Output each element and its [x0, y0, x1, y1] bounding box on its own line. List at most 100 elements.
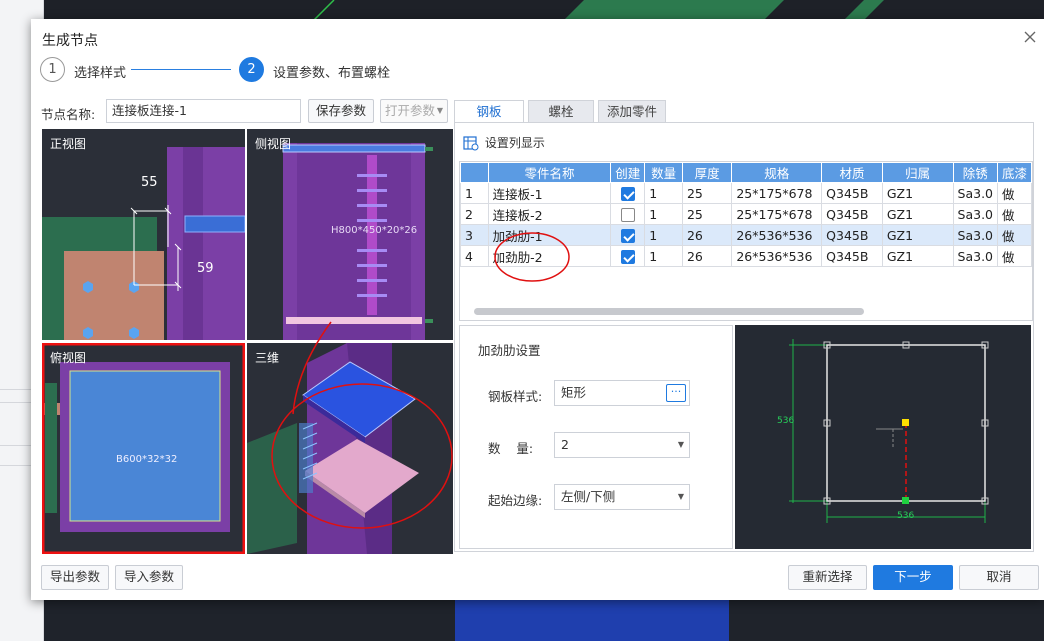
- top-view[interactable]: 俯视图 B600*32*32: [42, 343, 245, 554]
- more-options-icon[interactable]: ···: [666, 384, 686, 402]
- step-1-label: 选择样式: [74, 66, 127, 81]
- stiffener-settings-box: 加劲肋设置 钢板样式: 矩形 ··· 数 量: 2 ▼ 起始边缘: 左侧/下侧 …: [459, 325, 733, 549]
- close-icon[interactable]: [1022, 29, 1038, 45]
- save-params-button[interactable]: 保存参数: [308, 99, 374, 123]
- cell-name: 加劲肋-2: [487, 245, 612, 267]
- cell-name: 加劲肋-1: [487, 224, 612, 246]
- preview-dimension-horizontal: 536: [897, 511, 915, 521]
- node-name-input[interactable]: 连接板连接-1: [106, 99, 301, 123]
- preview-dimension-vertical: 536: [777, 416, 795, 426]
- open-params-dropdown[interactable]: 打开参数 ▼: [380, 99, 448, 123]
- tab-steel-plate[interactable]: 钢板: [454, 100, 524, 123]
- background-viewport-bottom: [44, 600, 1044, 641]
- cell-rust: Sa3.0: [952, 182, 999, 204]
- next-step-button[interactable]: 下一步: [873, 565, 953, 590]
- side-view-label: 侧视图: [255, 137, 292, 151]
- column-settings-button[interactable]: 设置列显示: [463, 134, 545, 152]
- dimension-59: 59: [197, 261, 214, 276]
- reselect-button[interactable]: 重新选择: [788, 565, 867, 590]
- front-view[interactable]: 正视图 55 59: [42, 129, 245, 340]
- node-name-label: 节点名称:: [41, 107, 96, 122]
- cell-name: 连接板-1: [487, 182, 612, 204]
- stiffener-preview: 536 536: [735, 325, 1031, 549]
- table-row[interactable]: 1 连接板-1 1 25 25*175*678 Q345B GZ1 Sa3.0 做: [460, 182, 1032, 204]
- dimension-55: 55: [141, 175, 158, 190]
- table-body: 1 连接板-1 1 25 25*175*678 Q345B GZ1 Sa3.0 做 2 连接板-2 1…: [460, 182, 1032, 267]
- start-edge-label: 起始边缘:: [488, 493, 543, 508]
- cell-spec: 25*175*678: [731, 203, 823, 225]
- horizontal-scrollbar[interactable]: [474, 308, 864, 315]
- cell-paint: 做: [997, 182, 1032, 204]
- start-edge-select[interactable]: 左侧/下侧 ▼: [554, 484, 690, 510]
- import-params-button[interactable]: 导入参数: [115, 565, 183, 590]
- column-header[interactable]: 创建: [610, 162, 646, 183]
- table-header: 零件名称 创建 数量 厚度 规格 材质 归属 除锈 底漆: [460, 162, 1032, 183]
- cell-idx: 3: [460, 224, 489, 246]
- column-header[interactable]: 零件名称: [487, 162, 612, 183]
- table-row[interactable]: 2 连接板-2 1 25 25*175*678 Q345B GZ1 Sa3.0 做: [460, 203, 1032, 225]
- cell-rust: Sa3.0: [952, 203, 999, 225]
- section-label: H800*450*20*26: [331, 225, 418, 236]
- cell-belong: GZ1: [881, 203, 954, 225]
- cell-paint: 做: [997, 224, 1032, 246]
- column-header[interactable]: 除锈: [952, 162, 999, 183]
- three-d-view-label: 三维: [255, 351, 280, 365]
- create-cell: [610, 224, 646, 246]
- cell-spec: 26*536*536: [731, 224, 823, 246]
- cancel-button[interactable]: 取消: [959, 565, 1039, 590]
- top-view-label: 俯视图: [50, 351, 87, 365]
- cell-thick: 25: [681, 182, 733, 204]
- cell-qty: 1: [644, 182, 683, 204]
- parts-table: 零件名称 创建 数量 厚度 规格 材质 归属 除锈 底漆 1 连接板-1 1 25 25*175*678…: [460, 162, 1032, 267]
- side-view[interactable]: 侧视图 H800*450*20*26: [247, 129, 453, 340]
- step-connector: [131, 69, 231, 70]
- chevron-down-icon: ▼: [677, 492, 684, 501]
- chevron-down-icon: ▼: [436, 106, 443, 115]
- create-checkbox[interactable]: [620, 249, 635, 264]
- open-params-label: 打开参数: [385, 103, 436, 118]
- cell-idx: 2: [460, 203, 489, 225]
- three-d-view[interactable]: 三维: [247, 343, 453, 554]
- cell-spec: 26*536*536: [731, 245, 823, 267]
- quantity-select[interactable]: 2 ▼: [554, 432, 690, 458]
- cell-qty: 1: [644, 203, 683, 225]
- create-checkbox[interactable]: [620, 228, 635, 243]
- cell-paint: 做: [997, 203, 1032, 225]
- column-header[interactable]: [460, 162, 489, 183]
- front-view-label: 正视图: [50, 137, 87, 151]
- tab-bolt[interactable]: 螺栓: [528, 100, 594, 122]
- chevron-down-icon: ▼: [677, 440, 684, 449]
- create-checkbox[interactable]: [620, 186, 635, 201]
- dialog-title: 生成节点: [42, 33, 98, 49]
- table-row[interactable]: 4 加劲肋-2 1 26 26*536*536 Q345B GZ1 Sa3.0 做: [460, 245, 1032, 267]
- table-row[interactable]: 3 加劲肋-1 1 26 26*536*536 Q345B GZ1 Sa3.0 做: [460, 224, 1032, 246]
- cell-thick: 25: [681, 203, 733, 225]
- create-checkbox[interactable]: [620, 207, 635, 222]
- cell-idx: 4: [460, 245, 489, 267]
- cell-thick: 26: [681, 224, 733, 246]
- cell-rust: Sa3.0: [952, 245, 999, 267]
- parts-table-wrapper: 零件名称 创建 数量 厚度 规格 材质 归属 除锈 底漆 1 连接板-1 1 25 25*175*678…: [459, 161, 1033, 321]
- column-header[interactable]: 归属: [881, 162, 954, 183]
- cell-belong: GZ1: [881, 182, 954, 204]
- export-params-button[interactable]: 导出参数: [41, 565, 109, 590]
- cell-rust: Sa3.0: [952, 224, 999, 246]
- stiffener-settings-title: 加劲肋设置: [478, 343, 541, 358]
- plate-style-field[interactable]: 矩形 ···: [554, 380, 690, 406]
- cell-mat: Q345B: [821, 182, 883, 204]
- column-header[interactable]: 厚度: [681, 162, 733, 183]
- column-header[interactable]: 数量: [644, 162, 683, 183]
- create-cell: [610, 182, 646, 204]
- start-edge-value: 左侧/下侧: [561, 489, 616, 504]
- tab-add-part[interactable]: 添加零件: [598, 100, 666, 122]
- cell-spec: 25*175*678: [731, 182, 823, 204]
- cell-thick: 26: [681, 245, 733, 267]
- cell-belong: GZ1: [881, 224, 954, 246]
- plate-style-value: 矩形: [561, 385, 587, 400]
- plate-style-label: 钢板样式:: [488, 389, 543, 404]
- column-header[interactable]: 底漆: [997, 162, 1032, 183]
- step-2-number: 2: [239, 57, 264, 82]
- column-settings-label: 设置列显示: [484, 136, 545, 150]
- column-header[interactable]: 材质: [821, 162, 883, 183]
- column-header[interactable]: 规格: [731, 162, 823, 183]
